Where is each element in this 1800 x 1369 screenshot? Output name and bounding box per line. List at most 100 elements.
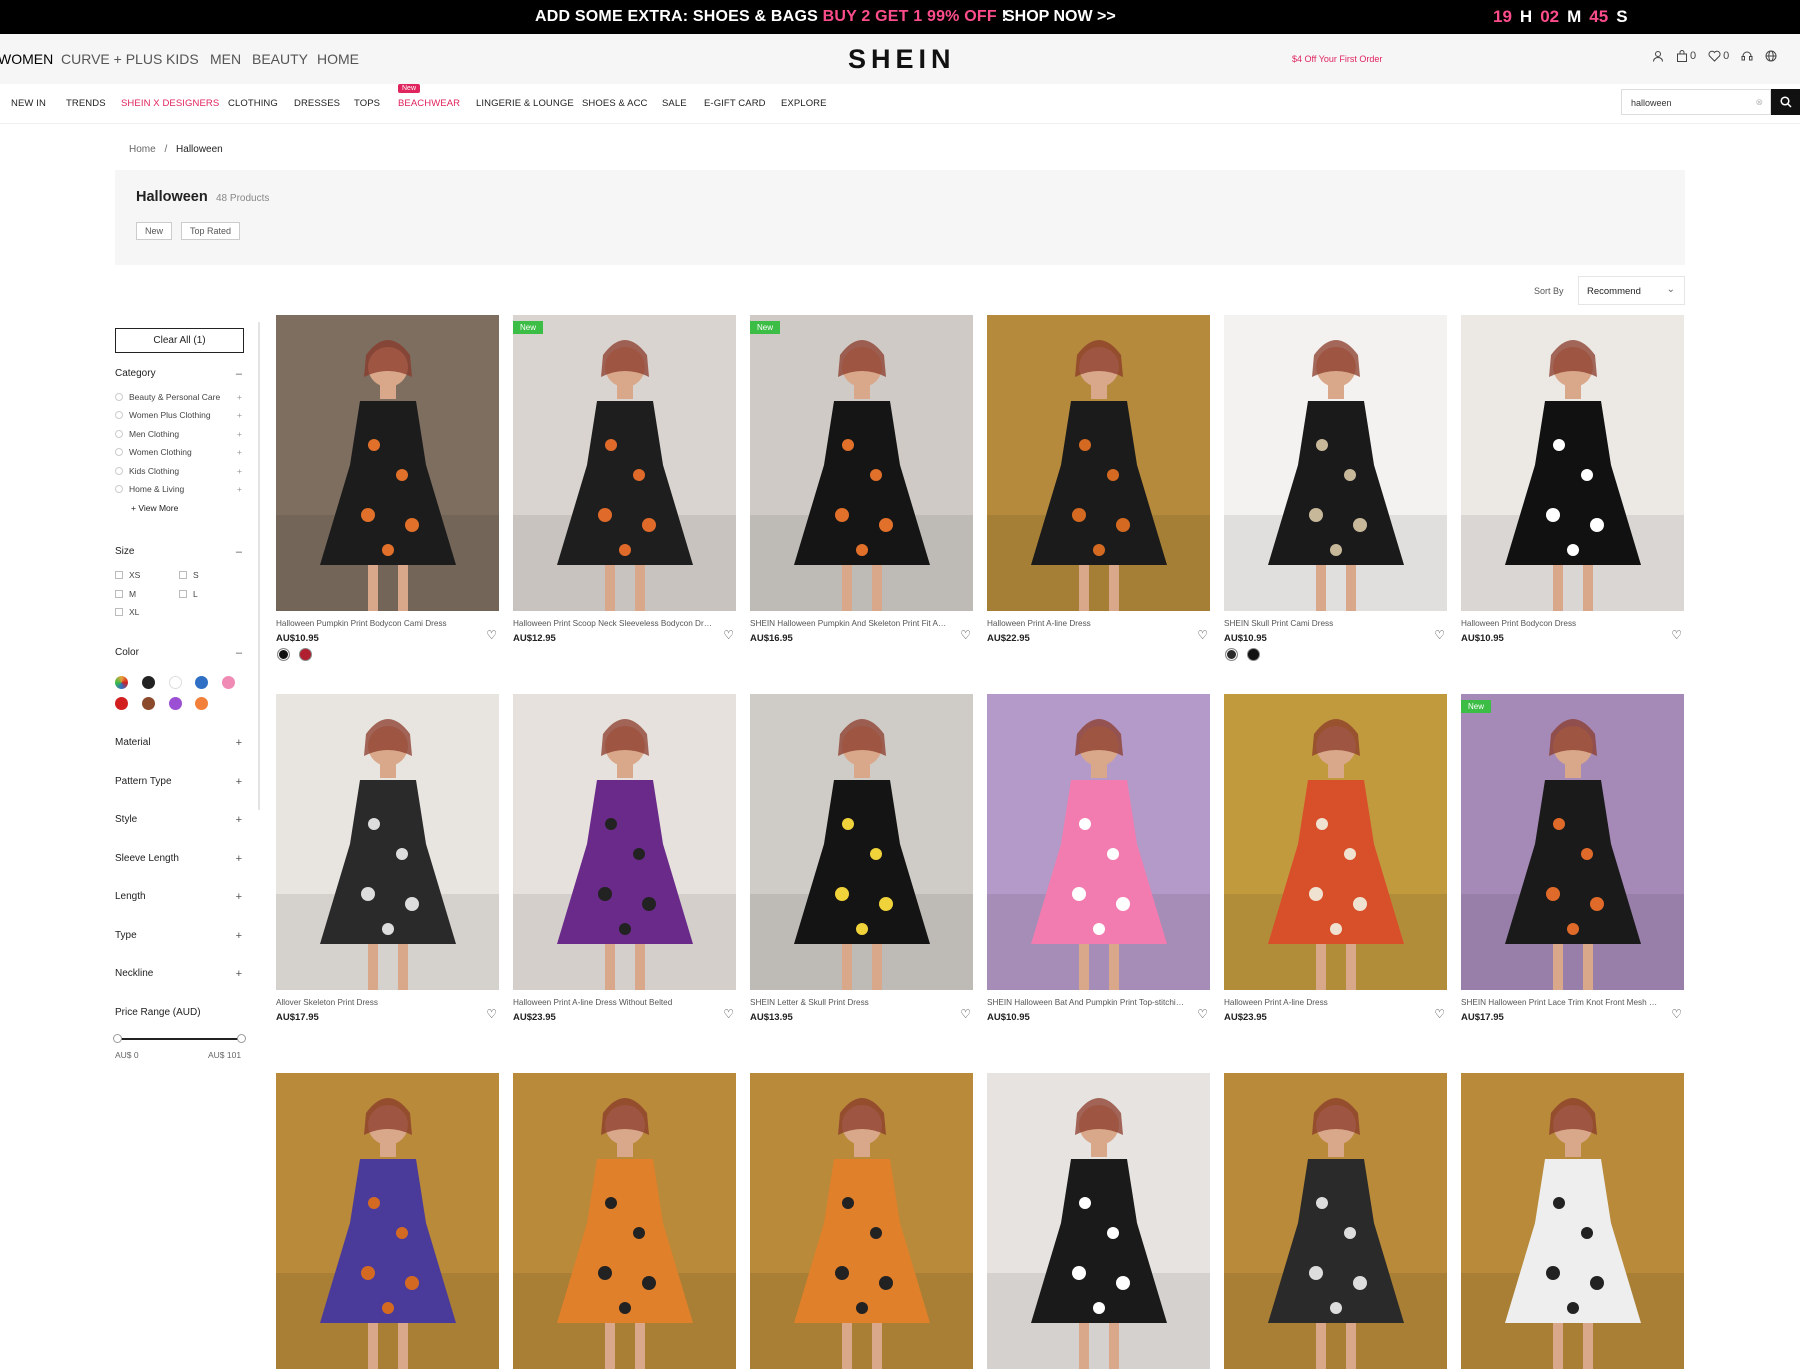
filter-material-header[interactable]: Material + — [115, 737, 242, 749]
product-image[interactable] — [1224, 694, 1447, 990]
product-image[interactable] — [276, 694, 499, 990]
nav-dresses[interactable]: DRESSES — [294, 98, 340, 109]
category-option[interactable]: Men Clothing + — [115, 429, 242, 439]
support-icon[interactable] — [1741, 50, 1753, 62]
wishlist-heart-icon[interactable]: ♡ — [1671, 1007, 1682, 1021]
product-image[interactable] — [750, 1073, 973, 1369]
wishlist-heart-icon[interactable]: ♡ — [1434, 1007, 1445, 1021]
chip-new[interactable]: New — [136, 222, 173, 240]
nav-tops[interactable]: TOPS — [354, 98, 380, 109]
nav-sale[interactable]: SALE — [662, 98, 687, 109]
product-image[interactable] — [513, 694, 736, 990]
category-men[interactable]: MEN — [210, 51, 241, 67]
wishlist-heart-icon[interactable]: ♡ — [960, 628, 971, 642]
product-image[interactable] — [1224, 315, 1447, 611]
size-checkbox[interactable]: L — [179, 589, 198, 599]
price-slider[interactable] — [113, 1034, 246, 1043]
nav-shoes-acc[interactable]: SHOES & ACC — [582, 98, 648, 109]
filter-style-header[interactable]: Style + — [115, 814, 242, 826]
wishlist-heart-icon[interactable]: ♡ — [960, 1007, 971, 1021]
first-order-offer[interactable]: $4 Off Your First Order — [1292, 54, 1382, 64]
product-name[interactable]: Halloween Pumpkin Print Bodycon Cami Dre… — [276, 619, 476, 628]
wishlist-heart-icon[interactable]: ♡ — [486, 1007, 497, 1021]
category-women[interactable]: WOMEN — [0, 51, 53, 67]
product-image[interactable] — [750, 694, 973, 990]
promo-message[interactable]: ADD SOME EXTRA: SHOES & BAGS BUY 2 GET 1… — [535, 8, 1007, 26]
wishlist-heart-icon[interactable]: ♡ — [1197, 1007, 1208, 1021]
color-variant-swatch[interactable] — [277, 648, 290, 661]
product-image[interactable]: New — [750, 315, 973, 611]
search-button[interactable] — [1771, 89, 1800, 115]
sidebar-scrollbar[interactable] — [258, 322, 260, 810]
product-name[interactable]: Halloween Print A-line Dress Without Bel… — [513, 998, 713, 1007]
color-swatch[interactable] — [169, 676, 182, 689]
filter-length-header[interactable]: Length + — [115, 891, 242, 903]
sort-select[interactable]: Recommend ⌄ — [1578, 276, 1685, 305]
breadcrumb-home[interactable]: Home — [129, 144, 156, 155]
color-swatch[interactable] — [115, 697, 128, 710]
product-image[interactable]: New — [1461, 694, 1684, 990]
product-image[interactable] — [987, 694, 1210, 990]
product-name[interactable]: SHEIN Halloween Bat And Pumpkin Print To… — [987, 998, 1187, 1007]
nav-e-gift-card[interactable]: E-GIFT CARD — [704, 98, 766, 109]
color-swatch[interactable] — [195, 697, 208, 710]
product-image[interactable] — [1224, 1073, 1447, 1369]
nav-new-in[interactable]: NEW IN — [11, 98, 46, 109]
wishlist-heart-icon[interactable]: ♡ — [486, 628, 497, 642]
color-swatch[interactable] — [169, 697, 182, 710]
nav-shein-x-designers[interactable]: SHEIN X DESIGNERS — [121, 98, 219, 109]
color-swatch[interactable] — [195, 676, 208, 689]
product-image[interactable]: New — [513, 315, 736, 611]
product-image[interactable] — [513, 1073, 736, 1369]
category-option[interactable]: Kids Clothing + — [115, 466, 242, 476]
size-checkbox[interactable]: XL — [115, 607, 139, 617]
nav-trends[interactable]: TRENDS — [66, 98, 106, 109]
category-curve-plus[interactable]: CURVE + PLUS — [61, 51, 162, 67]
size-checkbox[interactable]: S — [179, 570, 199, 580]
search-input[interactable]: halloween ⊗ — [1621, 89, 1771, 115]
nav-clothing[interactable]: CLOTHING — [228, 98, 278, 109]
color-swatch[interactable] — [142, 676, 155, 689]
filter-sleeve-length-header[interactable]: Sleeve Length + — [115, 853, 242, 865]
color-variant-swatch[interactable] — [299, 648, 312, 661]
filter-type-header[interactable]: Type + — [115, 930, 242, 942]
product-name[interactable]: Halloween Print A-line Dress — [1224, 998, 1424, 1007]
chip-top-rated[interactable]: Top Rated — [181, 222, 241, 240]
color-variant-swatch[interactable] — [1247, 648, 1260, 661]
color-variant-swatch[interactable] — [1225, 648, 1238, 661]
wishlist-heart-icon[interactable]: ♡ — [1197, 628, 1208, 642]
category-option[interactable]: Women Plus Clothing + — [115, 410, 242, 420]
filter-category-header[interactable]: Category – — [115, 368, 242, 380]
color-swatch[interactable] — [142, 697, 155, 710]
clear-all-button[interactable]: Clear All (1) — [115, 328, 244, 353]
nav-beachwear[interactable]: BEACHWEAR — [398, 98, 460, 109]
wishlist-heart-icon[interactable]: ♡ — [1434, 628, 1445, 642]
view-more-link[interactable]: + View More — [131, 503, 178, 513]
account-icon[interactable] — [1652, 50, 1664, 62]
wishlist-heart-icon[interactable]: ♡ — [1671, 628, 1682, 642]
color-swatch[interactable] — [222, 676, 235, 689]
size-checkbox[interactable]: M — [115, 589, 136, 599]
category-option[interactable]: Women Clothing + — [115, 447, 242, 457]
product-image[interactable] — [276, 315, 499, 611]
shop-now-link[interactable]: SHOP NOW >> — [1004, 8, 1116, 26]
product-name[interactable]: Halloween Print Bodycon Dress — [1461, 619, 1661, 628]
filter-neckline-header[interactable]: Neckline + — [115, 968, 242, 980]
category-option[interactable]: Beauty & Personal Care + — [115, 392, 242, 402]
nav-explore[interactable]: EXPLORE — [781, 98, 827, 109]
price-min-handle[interactable] — [113, 1034, 122, 1043]
color-swatch[interactable] — [115, 676, 128, 689]
category-beauty[interactable]: BEAUTY — [252, 51, 308, 67]
category-option[interactable]: Home & Living + — [115, 484, 242, 494]
category-kids[interactable]: KIDS — [166, 51, 199, 67]
shein-logo[interactable]: SHEIN — [848, 44, 956, 75]
product-name[interactable]: SHEIN Skull Print Cami Dress — [1224, 619, 1424, 628]
bag-icon[interactable]: 0 — [1676, 50, 1696, 62]
wishlist-heart-icon[interactable]: ♡ — [723, 1007, 734, 1021]
globe-icon[interactable] — [1765, 50, 1777, 62]
product-image[interactable] — [1461, 315, 1684, 611]
product-name[interactable]: Halloween Print Scoop Neck Sleeveless Bo… — [513, 619, 713, 628]
wishlist-heart-icon[interactable]: ♡ — [723, 628, 734, 642]
clear-search-icon[interactable]: ⊗ — [1755, 97, 1763, 108]
product-name[interactable]: SHEIN Halloween Pumpkin And Skeleton Pri… — [750, 619, 950, 628]
